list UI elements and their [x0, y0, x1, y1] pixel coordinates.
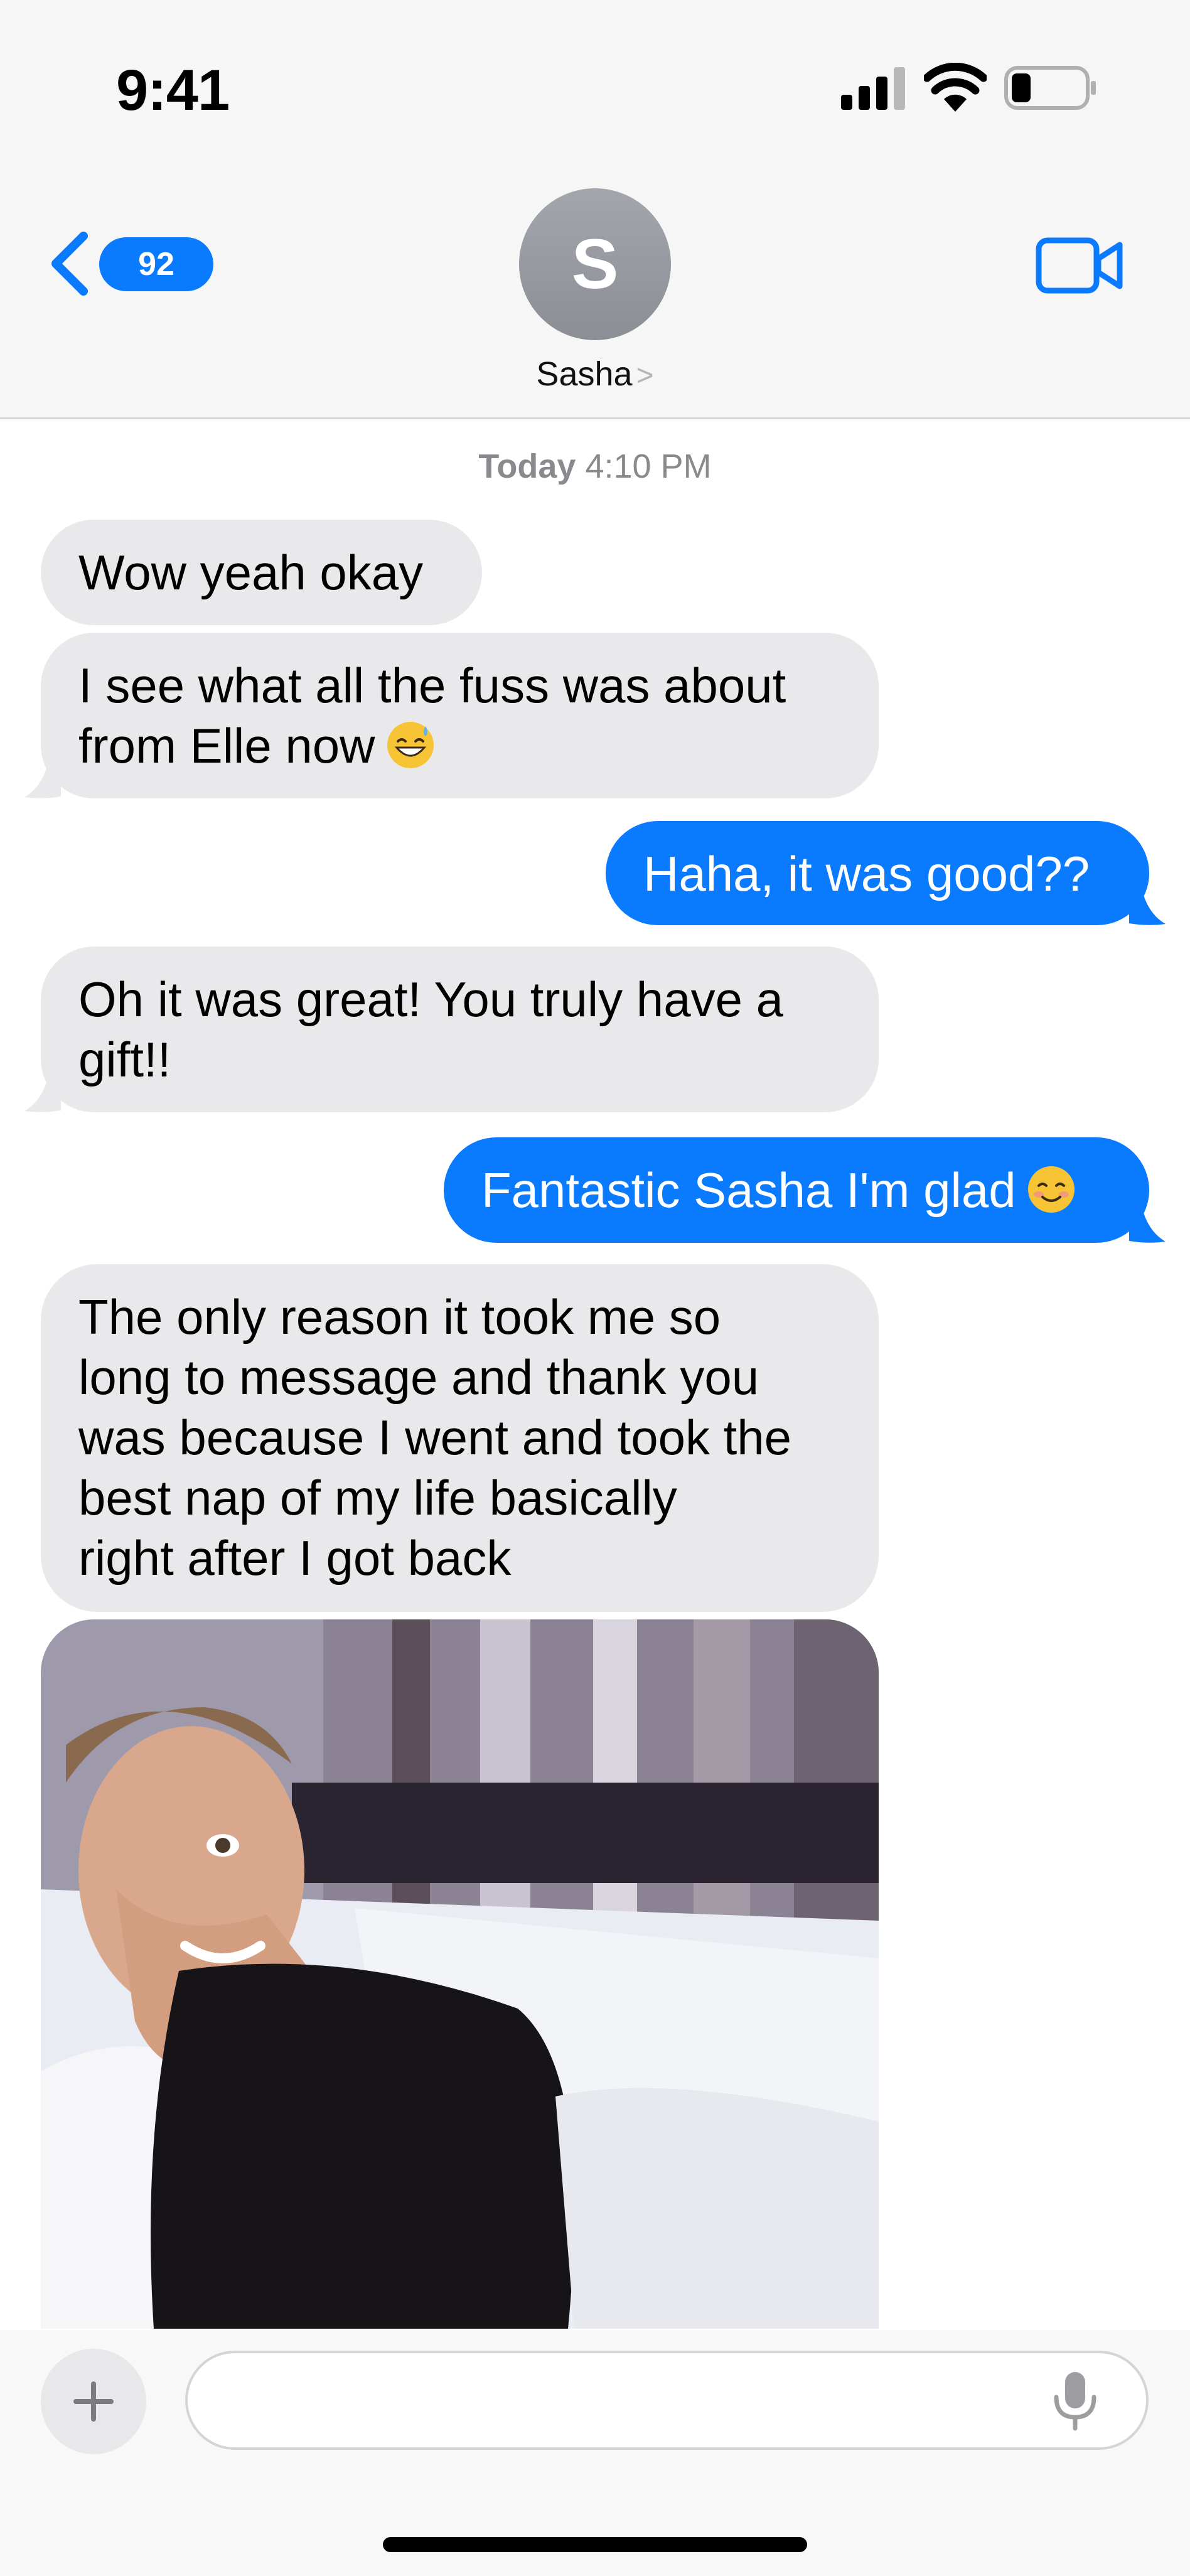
- incoming-message[interactable]: Wow yeah okay: [41, 520, 482, 625]
- bubble-tail: [1129, 1206, 1166, 1243]
- message-text: Fantastic Sasha I'm glad: [481, 1162, 1016, 1218]
- contact-name-button[interactable]: Sasha >: [515, 355, 675, 394]
- message-input-container[interactable]: [185, 2351, 1149, 2450]
- message-timestamp: Today 4:10 PM: [0, 447, 1190, 486]
- incoming-message[interactable]: I see what all the fuss was about from E…: [24, 633, 879, 798]
- message-text: right after I got back: [78, 1530, 512, 1586]
- outgoing-message[interactable]: Haha, it was good??: [606, 821, 1166, 925]
- battery-icon: [1004, 66, 1096, 110]
- back-button[interactable]: 92: [47, 226, 213, 301]
- conversation-header: 9:41 92 S Sasha >: [0, 0, 1190, 419]
- message-text-line: Fantastic Sasha I'm glad: [481, 1160, 1112, 1220]
- wifi-icon: [924, 63, 987, 112]
- message-text: best nap of my life basically: [78, 1470, 677, 1525]
- message-text: Oh it was great! You truly have a: [78, 972, 784, 1027]
- chevron-right-icon: >: [636, 359, 654, 392]
- contact-avatar[interactable]: S: [519, 188, 671, 340]
- message-text: from Elle now: [78, 718, 375, 773]
- message-input[interactable]: [219, 2372, 1035, 2428]
- unread-count-badge: 92: [99, 237, 213, 291]
- message-text: Wow yeah okay: [78, 545, 424, 600]
- message-text: The only reason it took me so: [78, 1289, 721, 1344]
- home-indicator: [383, 2537, 807, 2552]
- smiling-blush-emoji-icon: [1027, 1166, 1075, 1213]
- bubble-tail: [24, 762, 61, 798]
- cellular-signal-icon: [841, 67, 905, 110]
- video-call-icon[interactable]: [1036, 237, 1123, 294]
- microphone-icon[interactable]: [1051, 2369, 1099, 2432]
- message-text: long to message and thank you: [78, 1350, 759, 1405]
- photo-attachment[interactable]: [41, 1619, 879, 2329]
- grinning-sweat-emoji-icon: [387, 722, 434, 768]
- plus-icon: [73, 2381, 114, 2422]
- incoming-message[interactable]: Oh it was great! You truly have a gift!!: [24, 947, 879, 1112]
- chevron-left-icon: [51, 232, 88, 296]
- add-attachment-button[interactable]: [41, 2349, 146, 2454]
- message-text: was because I went and took the: [78, 1410, 792, 1465]
- timestamp-time: 4:10 PM: [585, 448, 712, 485]
- timestamp-day: Today: [478, 448, 576, 485]
- message-text: I see what all the fuss was about: [78, 658, 786, 713]
- incoming-message[interactable]: The only reason it took me so long to me…: [41, 1264, 879, 1612]
- message-text: Haha, it was good??: [643, 846, 1090, 901]
- message-text: gift!!: [78, 1032, 171, 1087]
- message-text-line: from Elle now: [78, 716, 841, 776]
- bubble-tail: [24, 1076, 61, 1112]
- status-time: 9:41: [116, 58, 230, 122]
- contact-name: Sasha: [536, 355, 633, 393]
- bubble-tail: [1129, 889, 1166, 925]
- outgoing-message[interactable]: Fantastic Sasha I'm glad: [444, 1137, 1166, 1243]
